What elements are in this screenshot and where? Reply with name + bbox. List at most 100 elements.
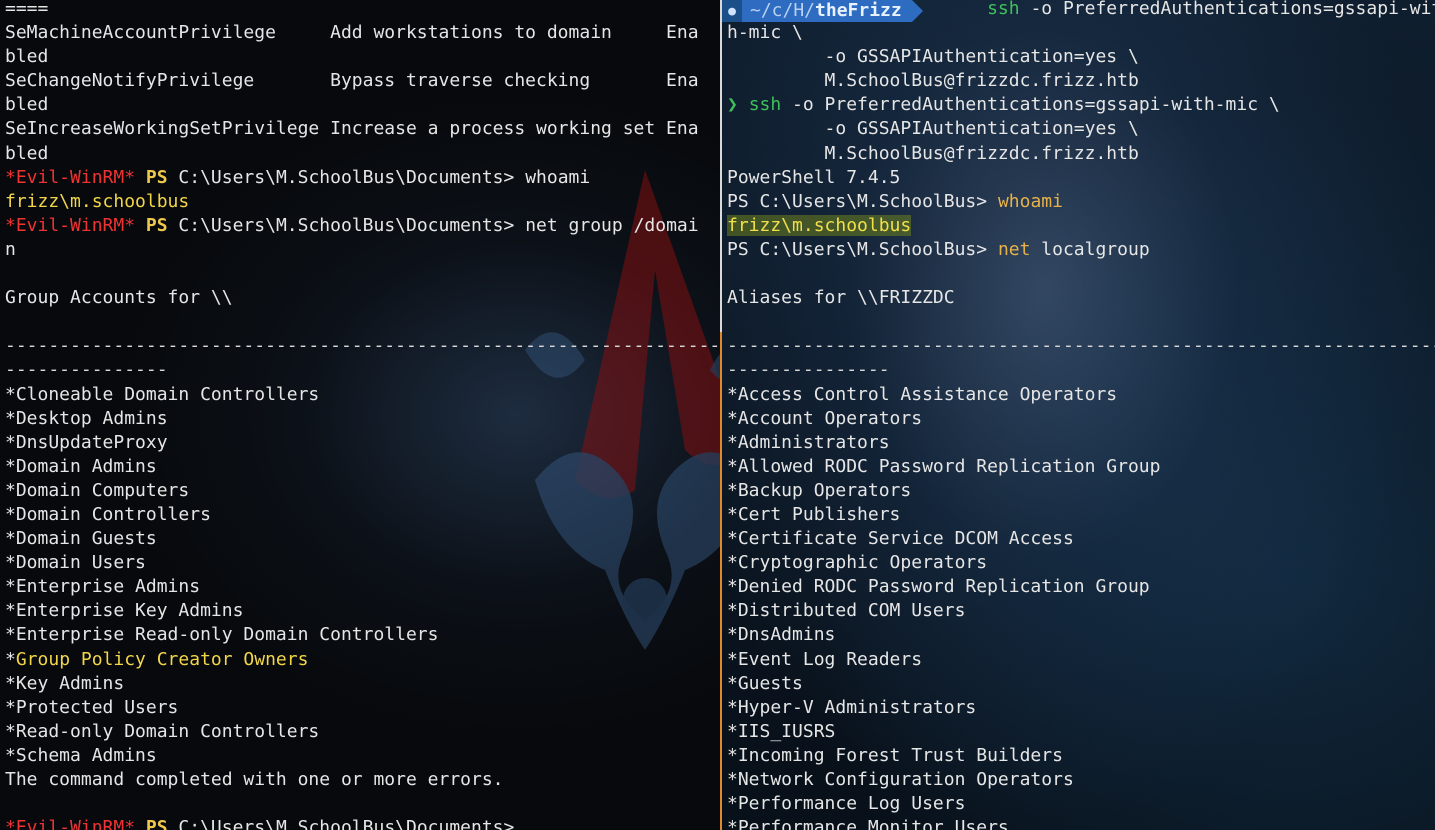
left-text-segment: *Domain Users — [5, 552, 146, 574]
right-line: --------------- — [727, 358, 1435, 382]
right-line: h-mic \ — [727, 21, 1435, 45]
right-line: *Distributed COM Users — [727, 599, 1435, 623]
left-line: *Protected Users — [5, 696, 720, 720]
left-line: The command completed with one or more e… — [5, 768, 720, 792]
right-line: *Performance Log Users — [727, 792, 1435, 816]
right-text-segment: *Denied RODC Password Replication Group — [727, 576, 1150, 598]
left-text-segment: Group Policy Creator Owners — [15, 648, 309, 670]
left-line: *Enterprise Admins — [5, 575, 720, 599]
left-line: *Group Policy Creator Owners — [5, 648, 720, 672]
right-line: *Guests — [727, 672, 1435, 696]
left-text-segment: PS — [145, 166, 168, 188]
prompt-path: ~/c/H/theFrizz — [742, 0, 912, 22]
left-line: *Domain Users — [5, 551, 720, 575]
left-text-segment: SeIncreaseWorkingSetPrivilege Increase a… — [5, 118, 699, 140]
left-line — [5, 310, 720, 334]
right-text-segment: *Access Control Assistance Operators — [727, 383, 1118, 405]
right-text-segment: -o GSSAPIAuthentication=yes \ — [727, 118, 1139, 140]
left-line: *Read-only Domain Controllers — [5, 720, 720, 744]
left-text-segment: *Evil-WinRM* — [5, 817, 136, 830]
left-line: *Evil-WinRM* PS C:\Users\M.SchoolBus\Doc… — [5, 214, 720, 238]
right-line: -o GSSAPIAuthentication=yes \ — [727, 45, 1435, 69]
left-line: *Schema Admins — [5, 744, 720, 768]
right-text-segment: M.SchoolBus@frizzdc.frizz.htb — [727, 70, 1139, 92]
right-line: ----------------------------------------… — [727, 334, 1435, 358]
right-line: *Network Configuration Operators — [727, 768, 1435, 792]
left-text-segment: The command completed with one or more e… — [5, 769, 504, 790]
right-text-segment: net — [997, 238, 1031, 260]
left-text-segment: *Evil-WinRM* — [5, 166, 136, 188]
right-text-segment: PS C:\Users\M.SchoolBus> — [727, 238, 998, 260]
right-text-segment: --------------- — [727, 359, 890, 381]
left-text-segment: ----------------------------------------… — [5, 335, 720, 357]
left-line — [5, 792, 720, 816]
right-text-segment: ----------------------------------------… — [727, 335, 1435, 357]
left-line: *Domain Admins — [5, 455, 720, 479]
left-line: *Evil-WinRM* PS C:\Users\M.SchoolBus\Doc… — [5, 166, 720, 190]
right-line: PS C:\Users\M.SchoolBus> net localgroup — [727, 238, 1435, 262]
right-line: *Denied RODC Password Replication Group — [727, 575, 1435, 599]
right-text-segment: M.SchoolBus@frizzdc.frizz.htb — [727, 142, 1139, 164]
left-line: *Cloneable Domain Controllers — [5, 383, 720, 407]
left-text-segment: SeChangeNotifyPrivilege Bypass traverse … — [5, 70, 699, 92]
right-text-segment: *Incoming Forest Trust Builders — [727, 744, 1063, 766]
left-line: SeIncreaseWorkingSetPrivilege Increase a… — [5, 117, 720, 141]
left-line: n — [5, 238, 720, 262]
left-line: bled — [5, 142, 720, 166]
left-text-segment: Group Accounts for \\ — [5, 287, 233, 309]
right-line: M.SchoolBus@frizzdc.frizz.htb — [727, 69, 1435, 93]
left-text-segment: bled — [5, 94, 49, 116]
right-text-segment: *Event Log Readers — [727, 648, 923, 670]
left-text-segment: *Read-only Domain Controllers — [5, 720, 320, 742]
right-text-segment: *Guests — [727, 672, 803, 694]
left-text-segment: n — [5, 238, 16, 260]
left-text-segment: SeMachineAccountPrivilege Add workstatio… — [5, 22, 699, 44]
right-line: -o GSSAPIAuthentication=yes \ — [727, 117, 1435, 141]
right-text-segment: ❯ — [727, 94, 749, 116]
right-text-segment: localgroup — [1030, 238, 1150, 260]
left-text-segment: *Domain Admins — [5, 455, 157, 477]
right-terminal-pane[interactable]: ssh -o PreferredAuthentications=gssapi-w… — [722, 0, 1435, 830]
prompt-path-bold: theFrizz — [815, 0, 902, 21]
right-text-segment: PS C:\Users\M.SchoolBus> — [727, 190, 998, 212]
left-text-segment: C:\Users\M.SchoolBus\Documents> net grou… — [167, 214, 699, 236]
left-text-segment: *Domain Computers — [5, 479, 190, 501]
right-text-segment: *DnsAdmins — [727, 624, 836, 646]
right-text-segment: -o PreferredAuthentications=gssapi-wit — [1019, 0, 1435, 19]
left-text-segment: --------------- — [5, 359, 168, 381]
right-terminal-output: ssh -o PreferredAuthentications=gssapi-w… — [727, 0, 1435, 830]
left-line: SeMachineAccountPrivilege Add workstatio… — [5, 21, 720, 45]
left-line: frizz\m.schoolbus — [5, 190, 720, 214]
left-text-segment: PS — [145, 214, 168, 236]
right-text-segment: *Performance Log Users — [727, 793, 966, 815]
right-line: *Account Operators — [727, 407, 1435, 431]
right-text-segment: *Cryptographic Operators — [727, 552, 988, 574]
apple-icon: ● — [722, 0, 742, 22]
left-text-segment: *Enterprise Read-only Domain Controllers — [5, 624, 439, 646]
right-text-segment: *Backup Operators — [727, 479, 912, 501]
right-text-segment: *Certificate Service DCOM Access — [727, 528, 1074, 550]
right-text-segment: *Account Operators — [727, 407, 923, 429]
right-text-segment: Aliases for \\FRIZZDC — [727, 287, 955, 309]
right-line: PowerShell 7.4.5 — [727, 166, 1435, 190]
right-line: *Incoming Forest Trust Builders — [727, 744, 1435, 768]
left-line — [5, 262, 720, 286]
left-text-segment: *Desktop Admins — [5, 407, 168, 429]
left-text-segment: *Domain Guests — [5, 528, 157, 550]
right-line: PS C:\Users\M.SchoolBus> whoami — [727, 190, 1435, 214]
right-text-segment: PowerShell 7.4.5 — [727, 166, 901, 188]
right-text-segment: ssh — [987, 0, 1020, 19]
right-line: *Allowed RODC Password Replication Group — [727, 455, 1435, 479]
right-text-segment: ssh — [748, 94, 782, 116]
left-text-segment: *Domain Controllers — [5, 503, 211, 525]
left-terminal-pane[interactable]: ==== SeMachineAccountPrivilege Add workst… — [0, 0, 720, 830]
left-text-segment — [135, 817, 146, 830]
left-text-segment — [135, 215, 146, 236]
left-line: *Enterprise Key Admins — [5, 599, 720, 623]
right-line: *Performance Monitor Users — [727, 816, 1435, 830]
shell-prompt-bar: ● ~/c/H/theFrizz — [722, 0, 923, 22]
right-line: frizz\m.schoolbus — [727, 214, 1435, 238]
right-line: *Certificate Service DCOM Access — [727, 527, 1435, 551]
right-text-segment: *Allowed RODC Password Replication Group — [727, 455, 1161, 477]
left-line: --------------- — [5, 358, 720, 382]
